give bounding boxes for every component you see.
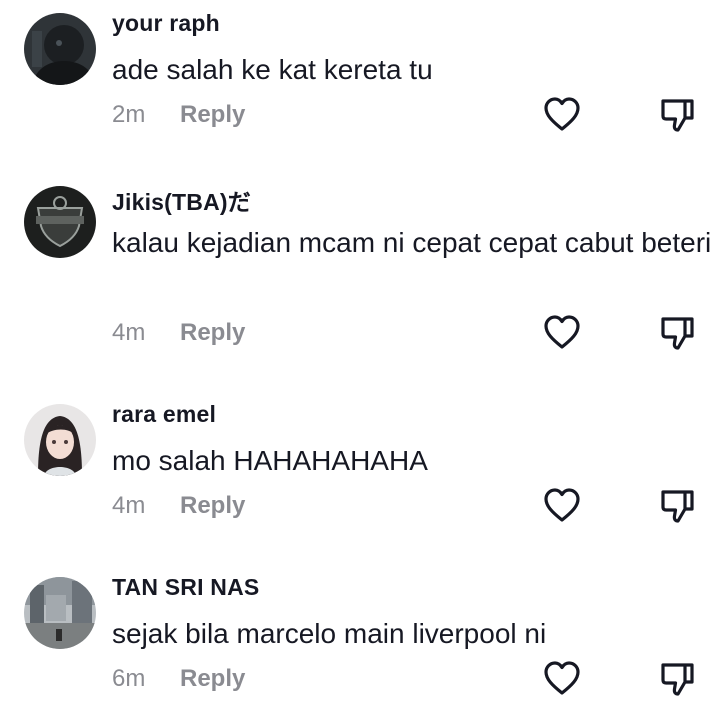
- comment-text: sejak bila marcelo main liverpool ni: [112, 618, 547, 649]
- avatar[interactable]: [24, 404, 96, 476]
- comment-username[interactable]: your raph: [112, 10, 220, 37]
- reply-button[interactable]: Reply: [180, 665, 245, 693]
- anime-girl-avatar-icon: [24, 404, 96, 476]
- avatar[interactable]: [24, 577, 96, 649]
- reply-button[interactable]: Reply: [180, 319, 245, 347]
- heart-outline-icon[interactable]: [542, 486, 582, 526]
- comment-username[interactable]: Jikis(TBA)だ: [112, 183, 251, 217]
- comment-text: mo salah HAHAHAHAHA: [112, 445, 428, 476]
- comment-time: 4m: [112, 492, 146, 519]
- comment-time: 6m: [112, 665, 146, 692]
- comment-time: 4m: [112, 319, 146, 346]
- thumbs-down-outline-icon[interactable]: [658, 313, 698, 353]
- avatar[interactable]: [24, 13, 96, 85]
- comment-time: 2m: [112, 101, 146, 128]
- reply-button[interactable]: Reply: [180, 101, 245, 129]
- heart-outline-icon[interactable]: [542, 659, 582, 699]
- city-photo-avatar-icon: [24, 577, 96, 649]
- shield-logo-avatar-icon: [24, 186, 96, 258]
- dark-portrait-avatar-icon: [24, 13, 96, 85]
- thumbs-down-outline-icon[interactable]: [658, 95, 698, 135]
- reply-button[interactable]: Reply: [180, 492, 245, 520]
- comment-username[interactable]: rara emel: [112, 401, 216, 428]
- heart-outline-icon[interactable]: [542, 313, 582, 353]
- heart-outline-icon[interactable]: [542, 95, 582, 135]
- thumbs-down-outline-icon[interactable]: [658, 486, 698, 526]
- comment-text: ade salah ke kat kereta tu: [112, 54, 433, 85]
- avatar[interactable]: [24, 186, 96, 258]
- comment-text: kalau kejadian mcam ni cepat cepat cabut…: [112, 227, 712, 258]
- comment-username[interactable]: TAN SRI NAS: [112, 574, 259, 601]
- thumbs-down-outline-icon[interactable]: [658, 659, 698, 699]
